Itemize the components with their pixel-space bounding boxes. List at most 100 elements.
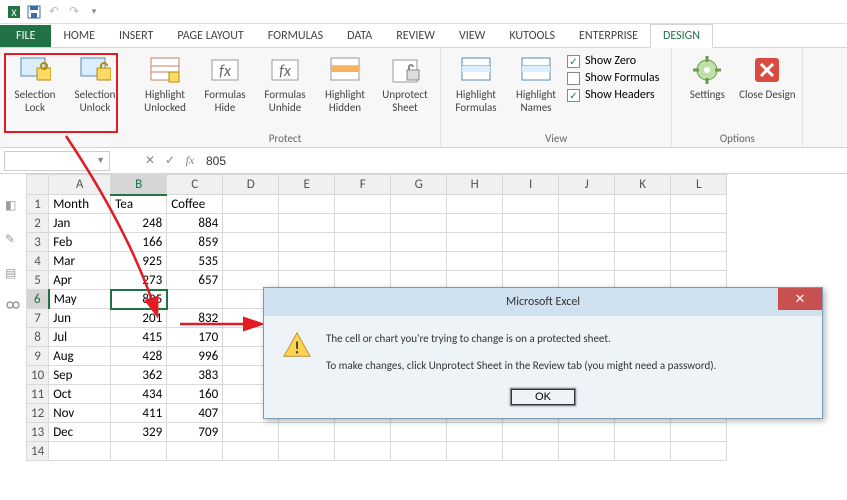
tab-home[interactable]: HOME: [51, 25, 107, 47]
cell-B5[interactable]: 273: [111, 271, 167, 290]
nav-autotext-icon[interactable]: ✎: [5, 232, 21, 248]
cell-I13[interactable]: [503, 423, 559, 442]
cell-B13[interactable]: 329: [111, 423, 167, 442]
cell-H1[interactable]: [447, 195, 503, 214]
nav-workbook-icon[interactable]: ◧: [5, 198, 21, 214]
row-header-11[interactable]: 11: [27, 385, 49, 404]
cell-E14[interactable]: [279, 442, 335, 461]
cell-A5[interactable]: Apr: [49, 271, 111, 290]
cell-K14[interactable]: [615, 442, 671, 461]
cell-G13[interactable]: [391, 423, 447, 442]
cell-C10[interactable]: 383: [167, 366, 223, 385]
cell-I4[interactable]: [503, 252, 559, 271]
cell-B4[interactable]: 925: [111, 252, 167, 271]
highlight-formulas-button[interactable]: Highlight Formulas: [447, 52, 505, 130]
row-header-3[interactable]: 3: [27, 233, 49, 252]
row-header-2[interactable]: 2: [27, 214, 49, 233]
tab-kutools[interactable]: KUTOOLS: [497, 25, 567, 47]
cell-L14[interactable]: [671, 442, 727, 461]
cell-J2[interactable]: [559, 214, 615, 233]
column-header-L[interactable]: L: [671, 175, 727, 195]
cell-F14[interactable]: [335, 442, 391, 461]
cell-G1[interactable]: [391, 195, 447, 214]
cell-A8[interactable]: Jul: [49, 328, 111, 347]
redo-icon[interactable]: ↷: [66, 4, 82, 20]
cell-K4[interactable]: [615, 252, 671, 271]
cell-A11[interactable]: Oct: [49, 385, 111, 404]
cell-C13[interactable]: 709: [167, 423, 223, 442]
cell-A4[interactable]: Mar: [49, 252, 111, 271]
column-header-E[interactable]: E: [279, 175, 335, 195]
column-header-A[interactable]: A: [49, 175, 111, 195]
cell-H3[interactable]: [447, 233, 503, 252]
cell-I2[interactable]: [503, 214, 559, 233]
dialog-ok-button[interactable]: OK: [510, 388, 576, 406]
cell-G4[interactable]: [391, 252, 447, 271]
cell-I1[interactable]: [503, 195, 559, 214]
highlight-names-button[interactable]: Highlight Names: [507, 52, 565, 130]
cell-D14[interactable]: [223, 442, 279, 461]
cell-E1[interactable]: [279, 195, 335, 214]
column-header-D[interactable]: D: [223, 175, 279, 195]
cell-A12[interactable]: Nov: [49, 404, 111, 423]
cell-F4[interactable]: [335, 252, 391, 271]
cell-F13[interactable]: [335, 423, 391, 442]
selection-unlock-button[interactable]: Selection Unlock: [66, 52, 124, 130]
tab-data[interactable]: DATA: [335, 25, 384, 47]
cell-C5[interactable]: 657: [167, 271, 223, 290]
cell-G3[interactable]: [391, 233, 447, 252]
close-design-button[interactable]: Close Design: [738, 52, 796, 130]
cell-F2[interactable]: [335, 214, 391, 233]
tab-formulas[interactable]: FORMULAS: [256, 25, 335, 47]
row-header-14[interactable]: 14: [27, 442, 49, 461]
tab-review[interactable]: REVIEW: [384, 25, 447, 47]
cell-J14[interactable]: [559, 442, 615, 461]
show-zero-checkbox[interactable]: ✓Show Zero: [567, 54, 659, 68]
show-formulas-checkbox[interactable]: Show Formulas: [567, 71, 659, 85]
cell-A6[interactable]: May: [49, 290, 111, 309]
excel-app-icon[interactable]: X: [6, 4, 22, 20]
cell-K3[interactable]: [615, 233, 671, 252]
tab-insert[interactable]: INSERT: [107, 25, 165, 47]
cell-H2[interactable]: [447, 214, 503, 233]
select-all-cell[interactable]: [27, 175, 49, 195]
column-header-H[interactable]: H: [447, 175, 503, 195]
insert-function-icon[interactable]: fx: [180, 151, 200, 171]
cell-A14[interactable]: [49, 442, 111, 461]
save-icon[interactable]: [26, 4, 42, 20]
qat-customize-icon[interactable]: ▾: [86, 4, 102, 20]
cell-B7[interactable]: 201: [111, 309, 167, 328]
chevron-down-icon[interactable]: ▼: [96, 155, 105, 166]
column-header-J[interactable]: J: [559, 175, 615, 195]
cell-L2[interactable]: [671, 214, 727, 233]
cell-A3[interactable]: Feb: [49, 233, 111, 252]
formula-input[interactable]: [200, 152, 600, 170]
cell-A7[interactable]: Jun: [49, 309, 111, 328]
cell-C2[interactable]: 884: [167, 214, 223, 233]
column-header-K[interactable]: K: [615, 175, 671, 195]
cell-C1[interactable]: Coffee: [167, 195, 223, 214]
unprotect-sheet-button[interactable]: Unprotect Sheet: [376, 52, 434, 130]
tab-enterprise[interactable]: ENTERPRISE: [567, 25, 650, 47]
settings-button[interactable]: Settings: [678, 52, 736, 130]
cell-B6[interactable]: 805: [111, 290, 167, 309]
cell-C6[interactable]: [167, 290, 223, 309]
row-header-7[interactable]: 7: [27, 309, 49, 328]
row-header-4[interactable]: 4: [27, 252, 49, 271]
cell-D4[interactable]: [223, 252, 279, 271]
cell-K13[interactable]: [615, 423, 671, 442]
cell-A1[interactable]: Month: [49, 195, 111, 214]
cell-D13[interactable]: [223, 423, 279, 442]
cell-E2[interactable]: [279, 214, 335, 233]
cell-B10[interactable]: 362: [111, 366, 167, 385]
cell-L3[interactable]: [671, 233, 727, 252]
cell-A10[interactable]: Sep: [49, 366, 111, 385]
cell-E13[interactable]: [279, 423, 335, 442]
row-header-8[interactable]: 8: [27, 328, 49, 347]
column-header-G[interactable]: G: [391, 175, 447, 195]
tab-file[interactable]: FILE: [0, 25, 51, 47]
cell-H13[interactable]: [447, 423, 503, 442]
formulas-hide-button[interactable]: fxFormulas Hide: [196, 52, 254, 130]
cell-D3[interactable]: [223, 233, 279, 252]
cell-D1[interactable]: [223, 195, 279, 214]
